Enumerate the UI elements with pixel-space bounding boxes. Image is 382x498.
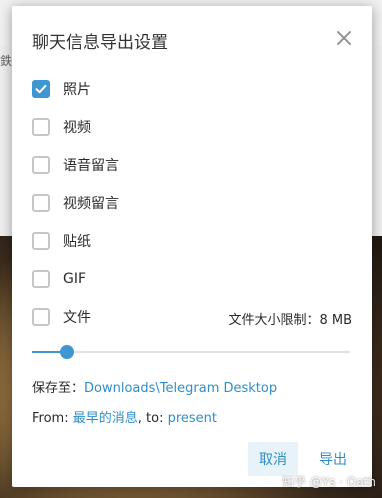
option-files[interactable]: 文件	[32, 306, 91, 328]
from-label: From:	[32, 411, 73, 426]
to-date-link[interactable]: present	[168, 411, 217, 426]
files-checkbox[interactable]	[32, 308, 50, 326]
save-location-row: 保存至：Downloads\Telegram Desktop	[32, 377, 277, 396]
videos-checkbox[interactable]	[32, 118, 50, 136]
gifs-checkbox[interactable]	[32, 270, 50, 288]
save-to-label: 保存至：	[32, 381, 85, 396]
gifs-label: GIF	[63, 271, 87, 287]
dialog-title: 聊天信息导出设置	[32, 33, 168, 53]
slider-track	[32, 351, 350, 353]
check-icon	[35, 84, 47, 94]
option-gifs[interactable]: GIF	[32, 268, 86, 290]
to-label: , to:	[137, 411, 168, 426]
photos-checkbox[interactable]	[32, 80, 50, 98]
voice-messages-label: 语音留言	[63, 158, 119, 174]
watermark-text: 知乎 @Ys · Oath	[282, 475, 376, 489]
cancel-button[interactable]: 取消	[248, 442, 298, 476]
file-size-slider[interactable]	[32, 345, 350, 359]
option-voice-messages[interactable]: 语音留言	[32, 154, 119, 176]
voice-messages-checkbox[interactable]	[32, 156, 50, 174]
from-date-link[interactable]: 最早的消息	[73, 411, 138, 426]
stickers-label: 贴纸	[63, 234, 91, 250]
videos-label: 视频	[63, 120, 91, 136]
video-messages-checkbox[interactable]	[32, 194, 50, 212]
photos-label: 照片	[63, 82, 91, 98]
close-button[interactable]	[334, 28, 354, 48]
option-stickers[interactable]: 贴纸	[32, 230, 91, 252]
video-messages-label: 视频留言	[63, 196, 119, 212]
export-button[interactable]: 导出	[308, 442, 358, 476]
option-videos[interactable]: 视频	[32, 116, 91, 138]
close-icon	[337, 31, 351, 45]
file-size-limit-label: 文件大小限制：8 MB	[228, 313, 352, 328]
date-range-row: From: 最早的消息, to: present	[32, 407, 217, 426]
stickers-checkbox[interactable]	[32, 232, 50, 250]
save-path-link[interactable]: Downloads\Telegram Desktop	[84, 381, 277, 396]
option-video-messages[interactable]: 视频留言	[32, 192, 119, 214]
option-photos[interactable]: 照片	[32, 78, 91, 100]
slider-handle[interactable]	[59, 345, 74, 359]
files-label: 文件	[63, 310, 91, 326]
export-settings-dialog: 聊天信息导出设置 照片 视频 语音留言 视频留言 贴纸 GIF 文件 文件大小限…	[12, 6, 372, 487]
